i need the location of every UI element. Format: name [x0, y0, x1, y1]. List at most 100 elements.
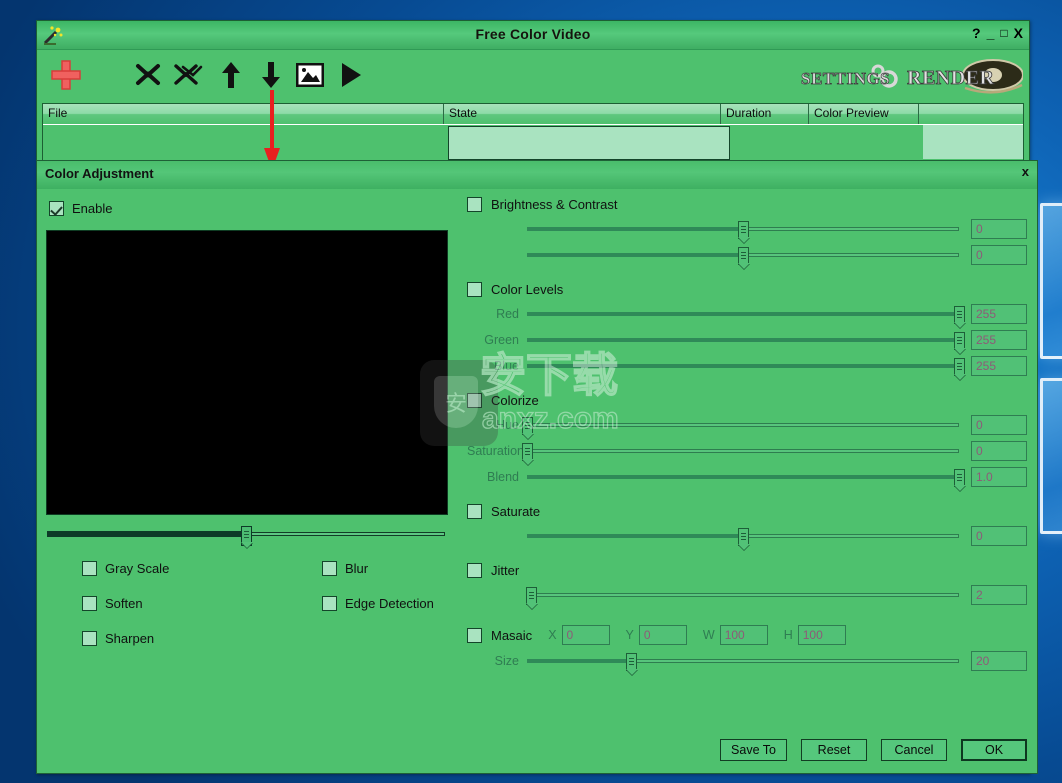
row-state-cell[interactable]: [448, 126, 730, 160]
section-colorize-header[interactable]: Colorize: [467, 393, 1027, 408]
effect-sharpen[interactable]: Sharpen: [82, 621, 169, 656]
enable-label: Enable: [72, 201, 112, 216]
video-preview-area[interactable]: [46, 230, 448, 515]
saturation-slider[interactable]: [527, 443, 959, 459]
green-value[interactable]: 255: [971, 330, 1027, 350]
row-color-preview-cell[interactable]: [923, 125, 1023, 159]
enable-checkbox-row[interactable]: Enable: [49, 201, 112, 216]
effect-gray-scale[interactable]: Gray Scale: [82, 551, 169, 586]
minimize-button[interactable]: _: [987, 25, 995, 41]
reset-button[interactable]: Reset: [801, 739, 867, 761]
edge-detection-checkbox[interactable]: [322, 596, 337, 611]
cancel-button[interactable]: Cancel: [881, 739, 947, 761]
remove-file-button[interactable]: [129, 56, 167, 94]
enable-checkbox[interactable]: [49, 201, 64, 216]
column-header-state[interactable]: State: [443, 104, 720, 124]
masaic-size-value[interactable]: 20: [971, 651, 1027, 671]
red-slider-row: Red 255: [467, 301, 1027, 327]
wallpaper-pane-1: [1040, 203, 1062, 359]
add-file-button[interactable]: [47, 56, 85, 94]
save-to-button[interactable]: Save To: [720, 739, 787, 761]
remove-all-button[interactable]: [169, 56, 207, 94]
slider-thumb[interactable]: [954, 358, 965, 376]
brightness-value[interactable]: 0: [971, 219, 1027, 239]
slider-thumb[interactable]: [738, 528, 749, 546]
blur-checkbox[interactable]: [322, 561, 337, 576]
slider-fill: [527, 659, 631, 663]
red-slider[interactable]: [527, 306, 959, 322]
slider-thumb[interactable]: [738, 221, 749, 239]
slider-track: [527, 423, 959, 427]
file-list-body[interactable]: [43, 125, 1023, 160]
effect-soften[interactable]: Soften: [82, 586, 169, 621]
masaic-size-label: Size: [467, 654, 527, 668]
section-saturate-header[interactable]: Saturate: [467, 504, 1027, 519]
slider-thumb[interactable]: [522, 417, 533, 435]
ok-button[interactable]: OK: [961, 739, 1027, 761]
blend-value[interactable]: 1.0: [971, 467, 1027, 487]
slider-thumb[interactable]: [526, 587, 537, 605]
help-button[interactable]: ?: [972, 25, 981, 41]
blend-slider[interactable]: [527, 469, 959, 485]
hue-slider[interactable]: [527, 417, 959, 433]
masaic-size-slider[interactable]: [527, 653, 959, 669]
red-value[interactable]: 255: [971, 304, 1027, 324]
saturate-slider[interactable]: [527, 528, 959, 544]
slider-thumb[interactable]: [954, 306, 965, 324]
saturate-value[interactable]: 0: [971, 526, 1027, 546]
green-slider[interactable]: [527, 332, 959, 348]
slider-thumb[interactable]: [738, 247, 749, 265]
effect-blur[interactable]: Blur: [322, 551, 434, 586]
gray-scale-label: Gray Scale: [105, 561, 169, 576]
masaic-h-input[interactable]: 100: [798, 625, 846, 645]
play-button[interactable]: [332, 56, 370, 94]
saturate-checkbox[interactable]: [467, 504, 482, 519]
slider-thumb[interactable]: [954, 469, 965, 487]
contrast-slider[interactable]: [527, 247, 959, 263]
move-down-button[interactable]: [252, 56, 290, 94]
brightness-contrast-checkbox[interactable]: [467, 197, 482, 212]
render-button[interactable]: RENDER RENDER: [907, 58, 1023, 94]
brightness-slider[interactable]: [527, 221, 959, 237]
jitter-checkbox[interactable]: [467, 563, 482, 578]
hue-value[interactable]: 0: [971, 415, 1027, 435]
dialog-close-button[interactable]: x: [1022, 164, 1029, 179]
masaic-y-input[interactable]: 0: [639, 625, 687, 645]
move-up-button[interactable]: [212, 56, 250, 94]
color-adjustment-button[interactable]: [291, 56, 329, 94]
soften-checkbox[interactable]: [82, 596, 97, 611]
section-jitter-header[interactable]: Jitter: [467, 563, 1027, 578]
brightness-contrast-label: Brightness & Contrast: [491, 197, 617, 212]
slider-thumb[interactable]: [241, 526, 252, 546]
column-header-duration[interactable]: Duration: [720, 104, 808, 124]
saturation-value[interactable]: 0: [971, 441, 1027, 461]
masaic-w-input[interactable]: 100: [720, 625, 768, 645]
sharpen-checkbox[interactable]: [82, 631, 97, 646]
color-levels-checkbox[interactable]: [467, 282, 482, 297]
masaic-checkbox[interactable]: [467, 628, 482, 643]
blue-slider[interactable]: [527, 358, 959, 374]
column-header-file[interactable]: File: [43, 104, 443, 124]
column-header-extra[interactable]: [918, 104, 924, 124]
close-button[interactable]: X: [1014, 25, 1023, 41]
settings-button[interactable]: SETTINGS SETTINGS: [801, 62, 901, 92]
slider-thumb[interactable]: [626, 653, 637, 671]
masaic-x-input[interactable]: 0: [562, 625, 610, 645]
blue-value[interactable]: 255: [971, 356, 1027, 376]
contrast-value[interactable]: 0: [971, 245, 1027, 265]
jitter-value[interactable]: 2: [971, 585, 1027, 605]
effects-column-left: Gray Scale Soften Sharpen: [82, 551, 169, 656]
section-color-levels-header[interactable]: Color Levels: [467, 282, 1027, 297]
gray-scale-checkbox[interactable]: [82, 561, 97, 576]
jitter-slider[interactable]: [527, 587, 959, 603]
maximize-button[interactable]: □: [1000, 25, 1007, 41]
section-brightness-contrast-header[interactable]: Brightness & Contrast: [467, 197, 1027, 212]
column-header-color-preview[interactable]: Color Preview: [808, 104, 918, 124]
colorize-checkbox[interactable]: [467, 393, 482, 408]
slider-thumb[interactable]: [954, 332, 965, 350]
title-bar: Free Color Video ? _ □ X: [37, 21, 1029, 50]
dialog-button-bar: Save To Reset Cancel OK: [720, 739, 1027, 761]
effect-edge-detection[interactable]: Edge Detection: [322, 586, 434, 621]
preview-position-slider[interactable]: [47, 526, 445, 542]
slider-thumb[interactable]: [522, 443, 533, 461]
